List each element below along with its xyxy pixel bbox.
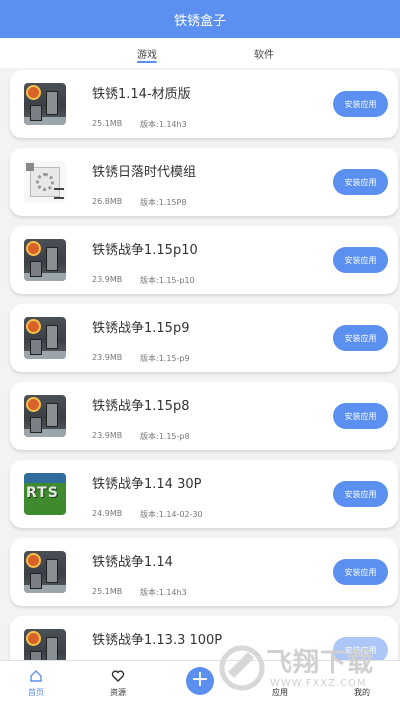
app-header: 铁锈盒子: [0, 0, 400, 38]
app-card[interactable]: 铁锈战争1.15p9 23.9MB 版本:1.15-p9 安装应用: [10, 304, 398, 372]
app-size: 23.9MB: [92, 275, 123, 284]
install-button[interactable]: 安装应用: [333, 91, 388, 117]
app-version: 版本:1.15P8: [140, 198, 187, 207]
tab-software[interactable]: 软件: [254, 46, 274, 61]
active-tab-indicator: [137, 61, 157, 63]
install-button[interactable]: 安装应用: [333, 559, 388, 585]
app-list[interactable]: 铁锈1.14-材质版 25.1MB 版本:1.14h3 安装应用 铁锈日落时代模…: [0, 68, 400, 660]
nav-label-resources: 资源: [110, 688, 126, 697]
rust-war-icon: [24, 551, 66, 593]
app-name: 铁锈日落时代模组: [92, 165, 197, 180]
nav-label-home: 首页: [28, 688, 44, 697]
app-card[interactable]: 铁锈战争1.15p10 23.9MB 版本:1.15-p10 安装应用: [10, 226, 398, 294]
app-version: 版本:1.15-p10: [140, 276, 195, 285]
home-icon: [30, 670, 42, 682]
app-card[interactable]: 铁锈1.14-材质版 25.1MB 版本:1.14h3 安装应用: [10, 70, 398, 138]
install-button[interactable]: 安装应用: [333, 247, 388, 273]
watermark-text: 飞翔下载: [266, 648, 375, 678]
app-size: 25.1MB: [92, 119, 123, 128]
app-name: 铁锈战争1.15p9: [92, 321, 190, 336]
app-size: 23.9MB: [92, 431, 123, 440]
rust-war-icon: [24, 629, 66, 660]
app-card[interactable]: RTS 铁锈战争1.14 30P 24.9MB 版本:1.14-02-30 安装…: [10, 460, 398, 528]
page-title: 铁锈盒子: [173, 13, 226, 29]
watermark: 飞翔下载 WWW.FXXZ.COM: [218, 636, 396, 700]
app-version: 版本:1.14h3: [140, 120, 187, 129]
app-name: 铁锈战争1.15p10: [92, 243, 198, 258]
nav-home[interactable]: 首页: [6, 661, 66, 701]
plus-icon: +: [190, 667, 210, 692]
add-button[interactable]: +: [186, 667, 214, 695]
rust-war-icon: [24, 239, 66, 281]
app-size: 26.8MB: [92, 197, 123, 206]
app-size: 25.1MB: [92, 587, 123, 596]
app-name: 铁锈战争1.15p8: [92, 399, 190, 414]
app-size: 23.9MB: [92, 353, 123, 362]
app-name: 铁锈1.14-材质版: [92, 87, 191, 102]
watermark-logo-icon: [219, 645, 265, 691]
app-version: 版本:1.15-p8: [140, 432, 190, 441]
watermark-url: WWW.FXXZ.COM: [270, 678, 367, 689]
app-size: 24.9MB: [92, 509, 123, 518]
rust-war-icon: [24, 83, 66, 125]
install-button[interactable]: 安装应用: [333, 325, 388, 351]
app-card[interactable]: 铁锈战争1.14 25.1MB 版本:1.14h3 安装应用: [10, 538, 398, 606]
app-version: 版本:1.15-p9: [140, 354, 190, 363]
tab-games[interactable]: 游戏: [137, 46, 157, 61]
mod-gear-icon: [24, 161, 66, 203]
app-name: 铁锈战争1.14 30P: [92, 477, 202, 492]
rts-icon: RTS: [24, 473, 66, 515]
install-button[interactable]: 安装应用: [333, 169, 388, 195]
app-card[interactable]: 铁锈日落时代模组 26.8MB 版本:1.15P8 安装应用: [10, 148, 398, 216]
app-card[interactable]: 铁锈战争1.15p8 23.9MB 版本:1.15-p8 安装应用: [10, 382, 398, 450]
heart-icon: [111, 670, 125, 682]
install-button[interactable]: 安装应用: [333, 403, 388, 429]
rust-war-icon: [24, 395, 66, 437]
app-version: 版本:1.14-02-30: [140, 510, 203, 519]
app-name: 铁锈战争1.14: [92, 555, 173, 570]
install-button[interactable]: 安装应用: [333, 481, 388, 507]
app-name: 铁锈战争1.13.3 100P: [92, 633, 223, 648]
category-tabs: 游戏 软件: [0, 38, 400, 68]
app-version: 版本:1.14h3: [140, 588, 187, 597]
rts-icon-text: RTS: [26, 485, 59, 501]
rust-war-icon: [24, 317, 66, 359]
nav-resources[interactable]: 资源: [88, 661, 148, 701]
